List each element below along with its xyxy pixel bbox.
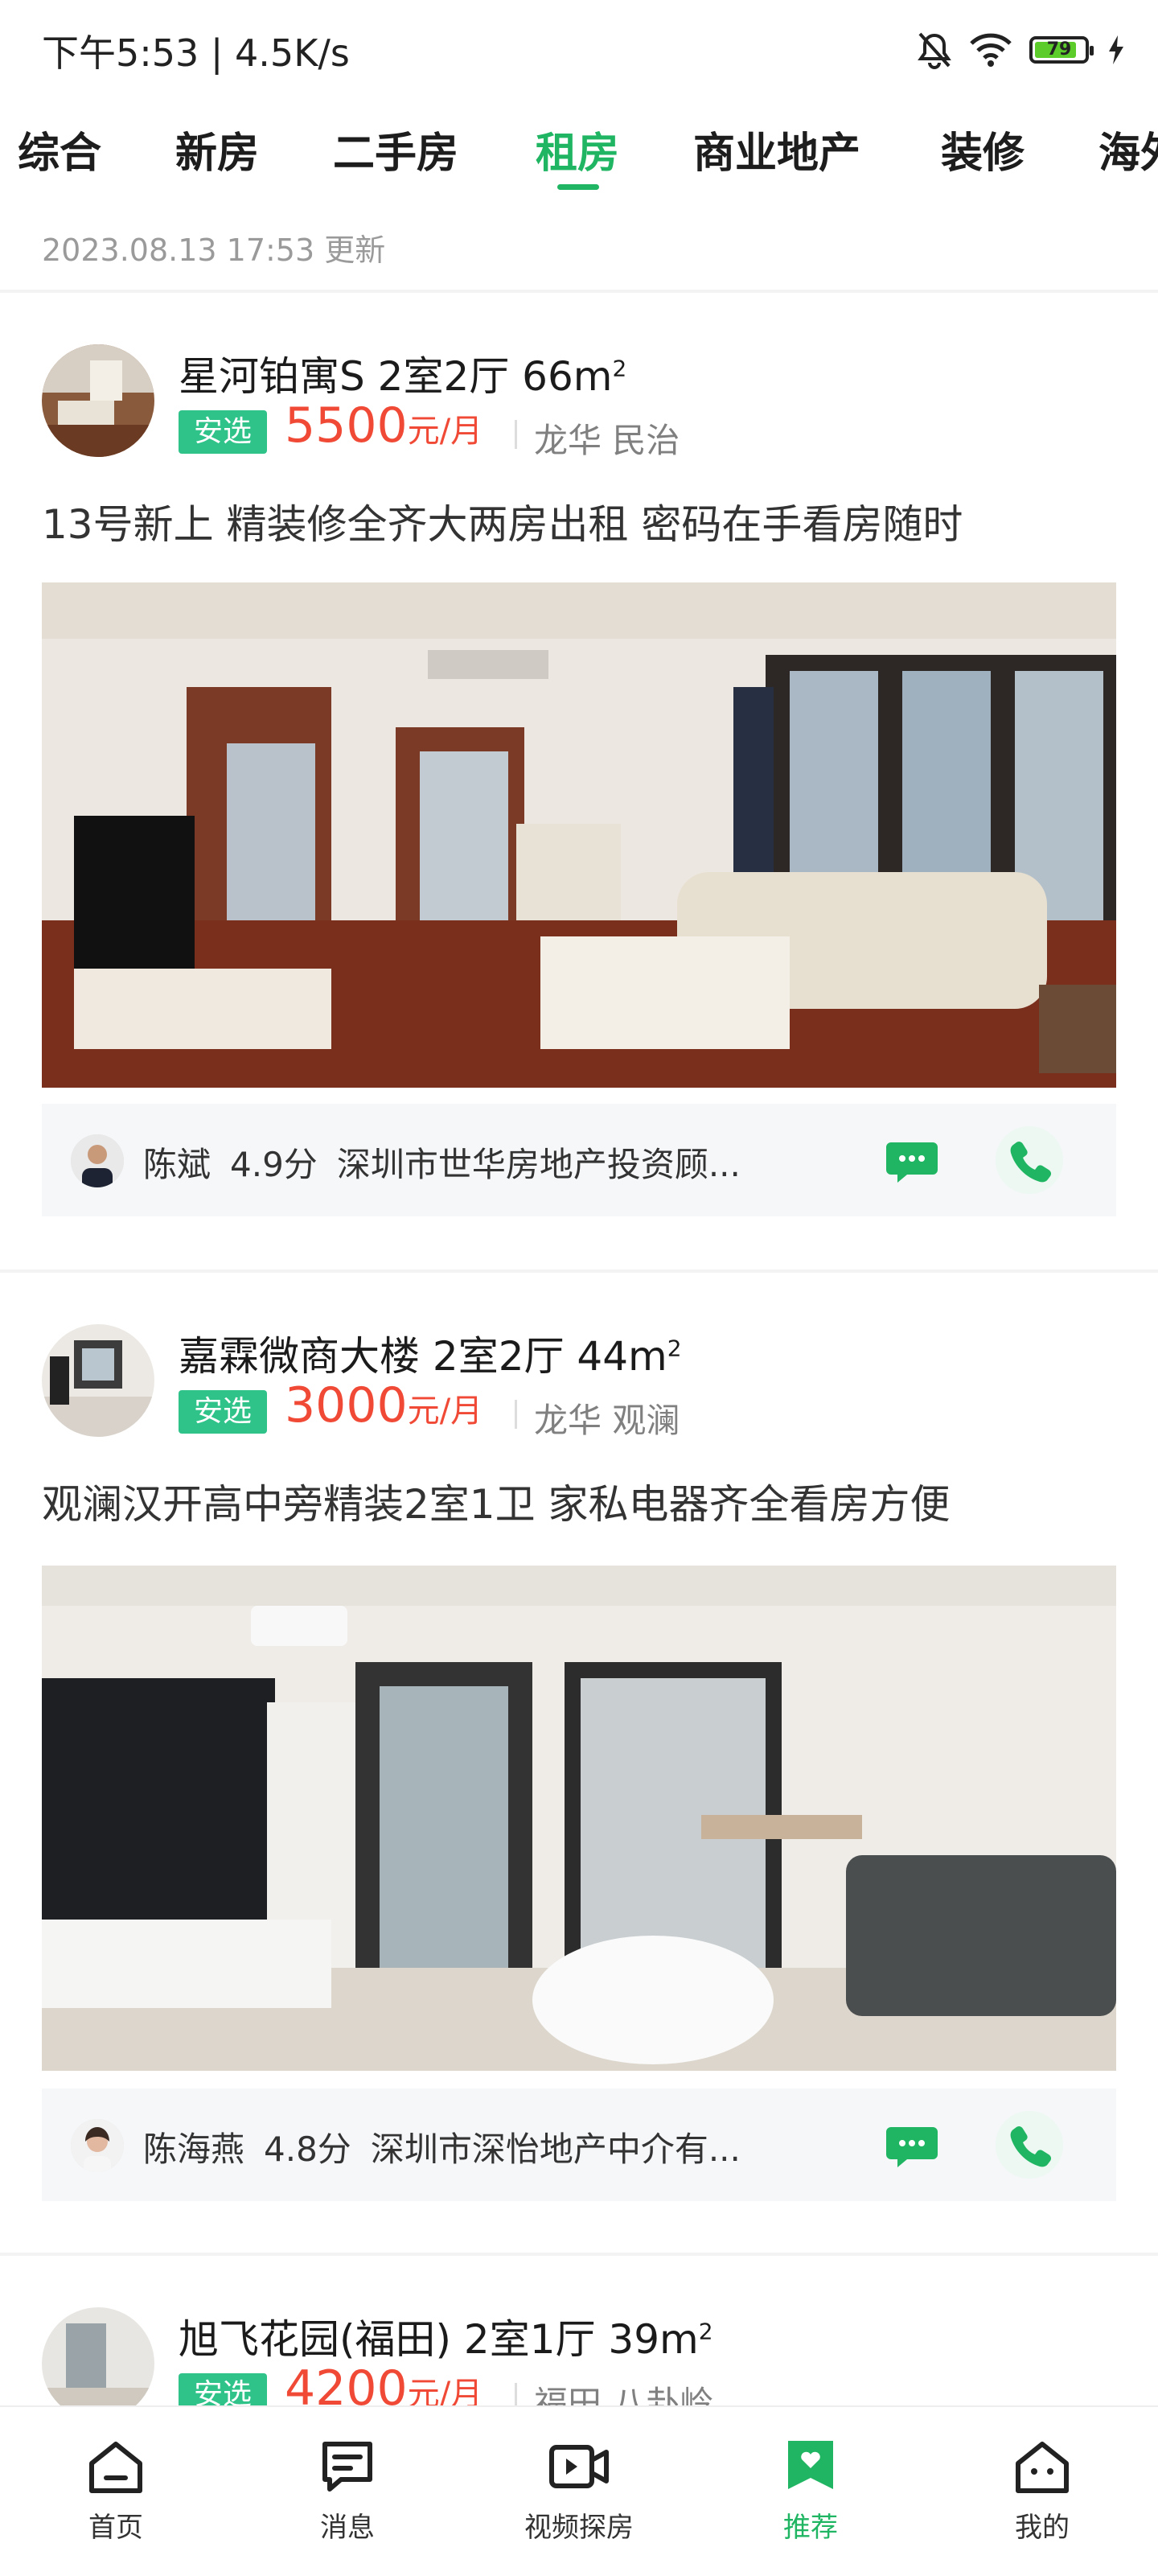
chat-button[interactable]	[878, 1126, 946, 1194]
charging-icon	[1109, 35, 1123, 64]
tab-commercial[interactable]: 商业地产	[693, 119, 860, 179]
listing-photo[interactable]	[42, 1566, 1116, 2071]
agent-company: 深圳市深怡地产中介有...	[370, 2130, 741, 2169]
listing-title[interactable]: 星河铂寓S 2室2厅 66m2	[179, 344, 626, 402]
call-button[interactable]	[996, 1126, 1063, 1194]
agent-company: 深圳市世华房地产投资顾...	[336, 1145, 741, 1184]
listing-location: 福田 八卦岭	[534, 2384, 714, 2405]
bell-off-icon	[918, 32, 951, 69]
agent-name: 陈海燕	[143, 2130, 245, 2169]
profile-icon	[1016, 2442, 1069, 2493]
listing-thumbnail[interactable]	[42, 344, 154, 457]
message-icon	[322, 2442, 372, 2492]
video-icon	[549, 2445, 609, 2488]
status-time-speed: 下午5:53 | 4.5K/s	[42, 31, 350, 75]
battery-icon: 79	[1029, 36, 1094, 64]
active-tab-indicator	[557, 184, 599, 190]
chat-icon	[886, 1142, 938, 1183]
agent-bar[interactable]: 陈海燕 4.8分 深圳市深怡地产中介有...	[42, 2088, 1116, 2201]
listing-price: 5500元/月	[285, 397, 483, 454]
listing-thumbnail[interactable]	[42, 1324, 154, 1437]
verified-tag: 安选	[179, 1390, 267, 1434]
listing-location: 龙华 民治	[534, 421, 680, 460]
tab-decoration[interactable]: 装修	[941, 119, 1025, 179]
listing-card[interactable]: 星河铂寓S 2室2厅 66m2 安选 5500元/月 龙华 民治 13号新上 精…	[0, 293, 1158, 1271]
agent-score: 4.8分	[264, 2130, 351, 2169]
agent-score: 4.9分	[230, 1145, 318, 1184]
divider	[515, 2383, 517, 2405]
battery-level: 79	[1046, 39, 1072, 60]
bottom-navigation: 首页 消息 视频探房 推荐 我的	[0, 2405, 1158, 2576]
divider	[515, 1400, 517, 1429]
listing-card[interactable]: 嘉霖微商大楼 2室2厅 44m2 安选 3000元/月 龙华 观澜 观澜汉开高中…	[0, 1273, 1158, 2246]
wifi-icon	[970, 33, 1012, 67]
listing-card[interactable]: 旭飞花园(福田) 2室1厅 39m2 安选 4200元/月 福田 八卦岭	[0, 2256, 1158, 2405]
nav-profile[interactable]: 我的	[970, 2434, 1115, 2545]
listing-photo[interactable]	[42, 582, 1116, 1088]
verified-tag: 安选	[179, 410, 267, 454]
nav-video-label: 视频探房	[524, 2512, 634, 2544]
listing-description[interactable]: 13号新上 精装修全齐大两房出租 密码在手看房随时	[42, 492, 963, 550]
agent-avatar[interactable]	[71, 2119, 124, 2172]
chat-icon	[886, 2127, 938, 2167]
listing-description[interactable]: 观澜汉开高中旁精装2室1卫 家私电器齐全看房方便	[42, 1472, 951, 1530]
listing-thumbnail[interactable]	[42, 2307, 154, 2405]
home-icon	[89, 2442, 142, 2493]
listing-title[interactable]: 嘉霖微商大楼 2室2厅 44m2	[179, 1324, 682, 1382]
agent-info: 陈斌 4.9分 深圳市世华房地产投资顾...	[143, 1138, 741, 1187]
call-button[interactable]	[996, 2111, 1063, 2179]
divider	[515, 420, 517, 449]
agent-avatar[interactable]	[71, 1134, 124, 1187]
verified-tag: 安选	[179, 2373, 267, 2405]
nav-home-label: 首页	[88, 2512, 143, 2544]
agent-name: 陈斌	[143, 1145, 211, 1184]
recommend-heart-icon	[788, 2441, 833, 2489]
update-time: 2023.08.13 17:53 更新	[42, 232, 386, 268]
tab-comprehensive[interactable]: 综合	[18, 119, 101, 179]
agent-info: 陈海燕 4.8分 深圳市深怡地产中介有...	[143, 2122, 741, 2171]
phone-icon	[1010, 1141, 1052, 1183]
agent-bar[interactable]: 陈斌 4.9分 深圳市世华房地产投资顾...	[42, 1104, 1116, 1216]
listing-location: 龙华 观澜	[534, 1401, 680, 1440]
nav-recommend[interactable]: 推荐	[738, 2434, 883, 2545]
listing-price: 3000元/月	[285, 1377, 483, 1434]
tab-second-hand[interactable]: 二手房	[333, 119, 458, 179]
tab-rental[interactable]: 租房	[536, 119, 619, 179]
nav-video-tour[interactable]: 视频探房	[507, 2434, 651, 2545]
listing-title[interactable]: 旭飞花园(福田) 2室1厅 39m2	[179, 2307, 713, 2365]
nav-recommend-label: 推荐	[783, 2512, 838, 2544]
chat-button[interactable]	[878, 2111, 946, 2179]
nav-messages-label: 消息	[320, 2512, 375, 2544]
nav-profile-label: 我的	[1015, 2512, 1070, 2544]
status-bar: 下午5:53 | 4.5K/s 79	[0, 0, 1158, 100]
listing-price: 4200元/月	[285, 2360, 483, 2405]
phone-icon	[1010, 2125, 1052, 2167]
tab-overseas[interactable]: 海外	[1098, 119, 1158, 179]
tab-new-house[interactable]: 新房	[175, 119, 259, 179]
nav-home[interactable]: 首页	[43, 2434, 188, 2545]
nav-messages[interactable]: 消息	[275, 2434, 420, 2545]
